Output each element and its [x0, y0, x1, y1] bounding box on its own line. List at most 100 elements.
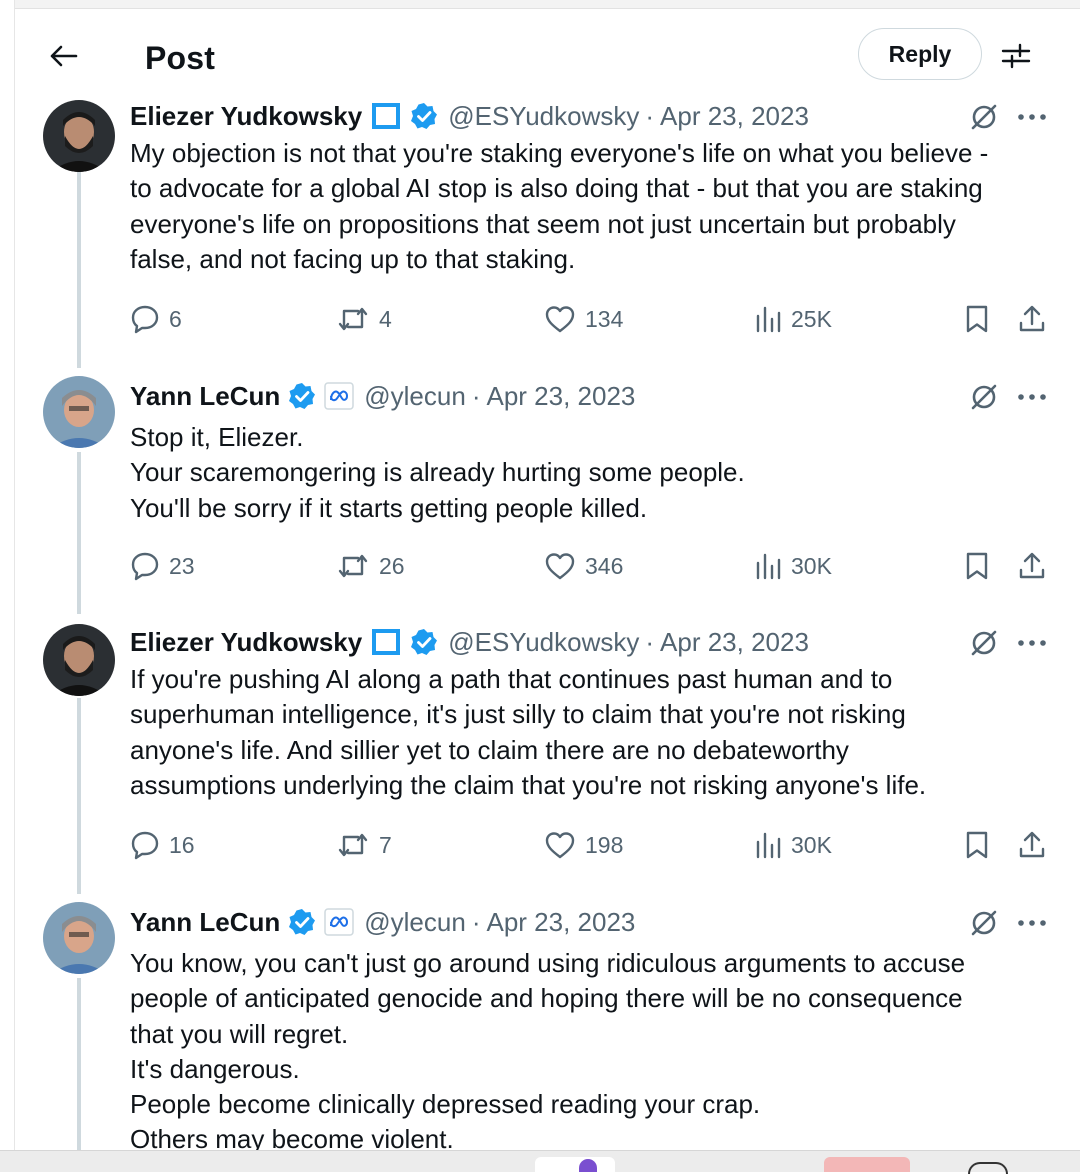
share-button[interactable]: [1012, 546, 1052, 586]
grok-button[interactable]: [966, 905, 1002, 941]
verified-badge-icon[interactable]: [288, 908, 316, 936]
view-count: 30K: [791, 831, 832, 858]
tweet-line: to advocate for a global AI stop is also…: [130, 173, 983, 204]
bookmark-icon: [966, 552, 988, 580]
separator-dot: ·: [645, 100, 655, 131]
repost-action[interactable]: 4: [336, 299, 392, 339]
square-badge-icon: [370, 628, 402, 656]
repost-action[interactable]: 7: [336, 825, 392, 865]
settings-button[interactable]: [998, 38, 1034, 74]
avatar[interactable]: [43, 902, 115, 974]
like-action[interactable]: 346: [544, 546, 623, 586]
author-name[interactable]: Yann LeCun: [130, 907, 280, 938]
verified-badge-icon[interactable]: [410, 102, 438, 130]
more-button[interactable]: [1013, 99, 1051, 135]
repost-count: 26: [379, 552, 405, 579]
more-button[interactable]: [1013, 625, 1051, 661]
taskbar: [0, 1150, 1080, 1174]
ellipsis-icon: [1018, 394, 1046, 400]
repost-arrows-icon: [338, 307, 368, 331]
share-upload-icon: [1019, 831, 1045, 858]
tweet-line: My objection is not that you're staking …: [130, 138, 989, 168]
tweet-header: Eliezer Yudkowsky @ESYudkowsky · Apr 23,…: [130, 96, 809, 136]
reply-action[interactable]: 6: [130, 299, 182, 339]
repost-arrows-icon: [338, 833, 368, 857]
like-action[interactable]: 134: [544, 299, 623, 339]
slashed-circle-icon: [971, 910, 997, 936]
like-action[interactable]: 198: [544, 825, 623, 865]
share-upload-icon: [1019, 305, 1045, 332]
author-photo: [43, 902, 115, 974]
reply-action[interactable]: 23: [130, 546, 195, 586]
author-handle[interactable]: @ylecun: [364, 907, 466, 938]
tweet-line: false, and not facing up to that staking…: [130, 243, 576, 274]
taskbar-app-icon[interactable]: [824, 1157, 910, 1172]
share-button[interactable]: [1012, 825, 1052, 865]
ellipsis-icon: [1018, 640, 1046, 646]
bookmark-button[interactable]: [957, 546, 997, 586]
share-button[interactable]: [1012, 299, 1052, 339]
tweet-header: Yann LeCun @ylecun · Apr 23, 2023: [130, 376, 635, 416]
views-action[interactable]: 25K: [754, 299, 832, 339]
taskbar-app-icon[interactable]: [968, 1162, 1008, 1174]
post-date[interactable]: Apr 23, 2023: [486, 381, 635, 412]
verified-badge-icon[interactable]: [288, 382, 316, 410]
author-name[interactable]: Eliezer Yudkowsky: [130, 627, 362, 658]
post-date[interactable]: Apr 23, 2023: [660, 627, 809, 658]
verified-badge-icon[interactable]: [410, 628, 438, 656]
reply-action[interactable]: 16: [130, 825, 195, 865]
tweet-line: everyone's life on propositions that see…: [130, 208, 956, 239]
views-action[interactable]: 30K: [754, 546, 832, 586]
tweet-line: It's dangerous.: [130, 1053, 300, 1084]
like-count: 198: [585, 831, 624, 858]
grok-button[interactable]: [966, 625, 1002, 661]
reply-button[interactable]: Reply: [858, 28, 982, 80]
separator-dot: ·: [645, 626, 655, 657]
author-photo: [43, 100, 115, 172]
tweet-line: If you're pushing AI along a path that c…: [130, 664, 893, 694]
view-count: 30K: [791, 552, 832, 579]
more-button[interactable]: [1013, 905, 1051, 941]
thread-line: [77, 978, 81, 1150]
author-handle[interactable]: @ESYudkowsky: [448, 101, 639, 132]
tweet-header: Eliezer Yudkowsky @ESYudkowsky · Apr 23,…: [130, 622, 809, 662]
author-name[interactable]: Yann LeCun: [130, 381, 280, 412]
more-button[interactable]: [1013, 379, 1051, 415]
grok-button[interactable]: [966, 379, 1002, 415]
arrow-left-icon: [50, 45, 78, 67]
speech-bubble-icon: [131, 305, 159, 334]
meta-affiliate-icon[interactable]: [324, 908, 354, 936]
back-button[interactable]: [45, 38, 81, 74]
author-handle[interactable]: @ylecun: [364, 381, 466, 412]
tweet-line: Stop it, Eliezer.: [130, 422, 304, 452]
taskbar-app-icon[interactable]: [535, 1157, 615, 1172]
bookmark-button[interactable]: [957, 825, 997, 865]
grok-button[interactable]: [966, 99, 1002, 135]
repost-action[interactable]: 26: [336, 546, 405, 586]
view-count: 25K: [791, 305, 832, 332]
bookmark-button[interactable]: [957, 299, 997, 339]
slashed-circle-icon: [971, 104, 997, 130]
avatar[interactable]: [43, 624, 115, 696]
thread-line: [77, 452, 81, 614]
post-date[interactable]: Apr 23, 2023: [486, 907, 635, 938]
share-upload-icon: [1019, 552, 1045, 579]
tweet-line: Your scaremongering is already hurting s…: [130, 457, 745, 488]
meta-affiliate-icon[interactable]: [324, 382, 354, 410]
ellipsis-icon: [1018, 920, 1046, 926]
avatar[interactable]: [43, 100, 115, 172]
heart-icon: [545, 553, 575, 580]
bar-chart-icon: [756, 832, 781, 859]
repost-arrows-icon: [338, 554, 368, 578]
post-date[interactable]: Apr 23, 2023: [660, 101, 809, 132]
avatar[interactable]: [43, 376, 115, 448]
slashed-circle-icon: [971, 630, 997, 656]
author-name[interactable]: Eliezer Yudkowsky: [130, 101, 362, 132]
tweet-actions: 6 4 134 25K: [0, 299, 1080, 339]
tweet-header: Yann LeCun @ylecun · Apr 23, 2023: [130, 902, 635, 942]
tweet-line: that you will regret.: [130, 1018, 349, 1049]
views-action[interactable]: 30K: [754, 825, 832, 865]
author-handle[interactable]: @ESYudkowsky: [448, 627, 639, 658]
repost-count: 4: [379, 305, 392, 332]
like-count: 346: [585, 552, 624, 579]
